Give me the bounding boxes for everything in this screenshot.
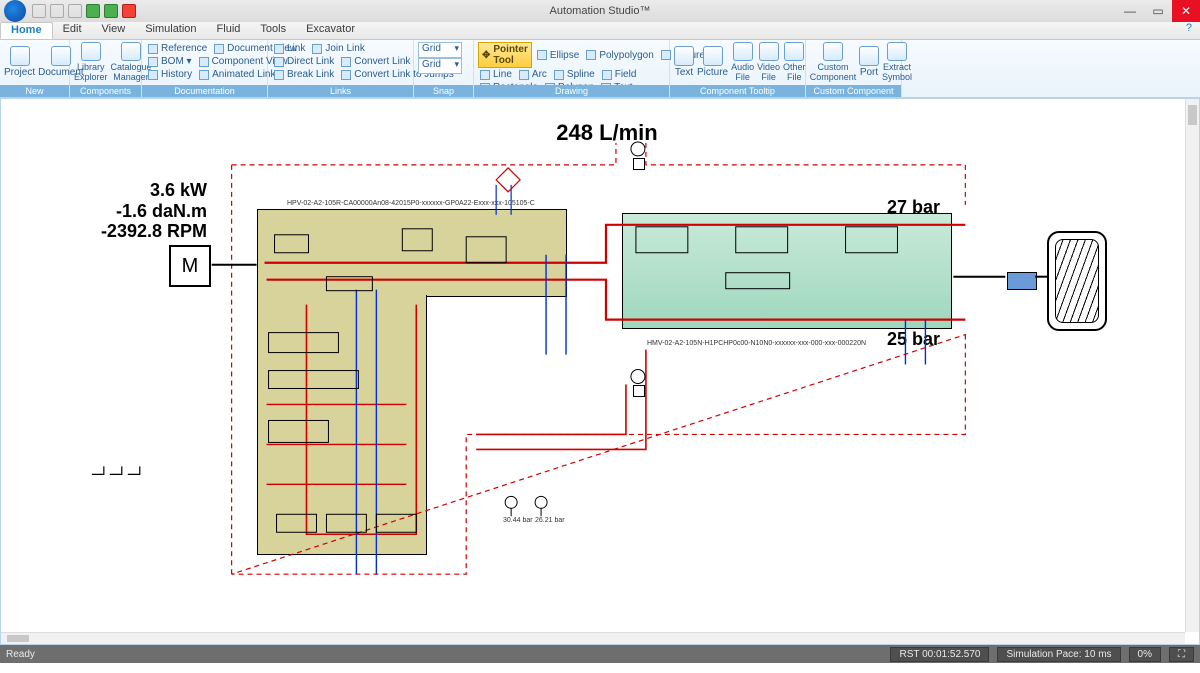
animlink-button[interactable]: Animated Link (197, 68, 277, 81)
app-icon (4, 0, 26, 22)
qat-redo-icon[interactable] (68, 4, 82, 18)
title-bar: Automation Studio™ — ▭ ✕ (0, 0, 1200, 22)
group-components: Library Explorer Catalogue Manager Compo… (70, 40, 142, 97)
cc-port[interactable]: Port (859, 42, 879, 82)
link-button[interactable]: Link (272, 42, 307, 55)
arc-button[interactable]: Arc (517, 68, 549, 81)
cc-custom[interactable]: Custom Component (810, 42, 856, 82)
horizontal-scrollbar[interactable] (1, 632, 1185, 644)
maximize-button[interactable]: ▭ (1144, 0, 1172, 22)
tt-picture[interactable]: Picture (697, 42, 728, 82)
status-rst: RST 00:01:52.570 (890, 647, 989, 662)
group-links: LinkJoin Link Direct LinkConvert Link Br… (268, 40, 414, 97)
quick-access-toolbar[interactable] (32, 4, 136, 18)
tab-home[interactable]: Home (0, 22, 53, 39)
group-custom: Custom Component Port Extract Symbol Cus… (806, 40, 902, 97)
spline-button[interactable]: Spline (552, 68, 597, 81)
close-button[interactable]: ✕ (1172, 0, 1200, 22)
group-new: Project Document New (0, 40, 70, 97)
tab-edit[interactable]: Edit (53, 22, 92, 39)
tab-tools[interactable]: Tools (250, 22, 296, 39)
tt-text[interactable]: Text (674, 42, 694, 82)
qat-stop-icon[interactable] (122, 4, 136, 18)
status-extra[interactable]: ⛶ (1169, 647, 1194, 662)
vertical-scrollbar[interactable] (1185, 99, 1199, 632)
qat-run-icon[interactable] (86, 4, 100, 18)
group-snap: Grid Grid Snap (414, 40, 474, 97)
help-icon[interactable]: ? (1178, 22, 1200, 39)
status-pace: Simulation Pace: 10 ms (997, 647, 1120, 662)
field-button[interactable]: Field (600, 68, 639, 81)
status-zoom[interactable]: 0% (1129, 647, 1161, 662)
polypoly-button[interactable]: Polypolygon (584, 49, 655, 62)
tt-audio[interactable]: Audio File (731, 42, 754, 82)
tt-video[interactable]: Video File (757, 42, 780, 82)
group-tooltip: Text Picture Audio File Video File Other… (670, 40, 806, 97)
tab-simulation[interactable]: Simulation (135, 22, 206, 39)
status-ready: Ready (6, 649, 35, 660)
qat-save-icon[interactable] (32, 4, 46, 18)
qat-undo-icon[interactable] (50, 4, 64, 18)
schematic-lines (7, 105, 1185, 632)
window-title: Automation Studio™ (550, 5, 651, 17)
qat-pause-icon[interactable] (104, 4, 118, 18)
pointer-tool-button[interactable]: ✥Pointer Tool (478, 42, 532, 68)
ellipse-button[interactable]: Ellipse (535, 49, 581, 62)
bom-button[interactable]: BOM ▾ (146, 55, 194, 68)
canvas[interactable]: 248 L/min 3.6 kW -1.6 daN.m -2392.8 RPM … (7, 105, 1185, 632)
snap-grid-2[interactable]: Grid (418, 58, 462, 74)
joinlink-button[interactable]: Join Link (310, 42, 366, 55)
pointer-icon: ✥ (482, 50, 490, 61)
directlink-button[interactable]: Direct Link (272, 55, 336, 68)
ribbon-tabs: Home Edit View Simulation Fluid Tools Ex… (0, 22, 1200, 40)
breaklink-button[interactable]: Break Link (272, 68, 336, 81)
tab-excavator[interactable]: Excavator (296, 22, 365, 39)
status-bar: Ready RST 00:01:52.570 Simulation Pace: … (0, 645, 1200, 663)
tt-other[interactable]: Other File (783, 42, 806, 82)
ribbon: Project Document New Library Explorer Ca… (0, 40, 1200, 98)
tab-view[interactable]: View (92, 22, 136, 39)
reference-button[interactable]: Reference (146, 42, 209, 55)
line-button[interactable]: Line (478, 68, 514, 81)
history-button[interactable]: History (146, 68, 194, 81)
cc-extract[interactable]: Extract Symbol (882, 42, 912, 82)
library-explorer-button[interactable]: Library Explorer (74, 42, 108, 82)
group-drawing: ✥Pointer Tool Ellipse Polypolygon Pictur… (474, 40, 670, 97)
snap-grid-1[interactable]: Grid (418, 42, 462, 58)
minimize-button[interactable]: — (1116, 0, 1144, 22)
hydraulic-diagram: 248 L/min 3.6 kW -1.6 daN.m -2392.8 RPM … (7, 105, 1185, 632)
new-project-button[interactable]: Project (4, 42, 35, 82)
workspace: 248 L/min 3.6 kW -1.6 daN.m -2392.8 RPM … (0, 98, 1200, 645)
group-documentation: ReferenceDocument View BOM ▾Component Vi… (142, 40, 268, 97)
convertlink-button[interactable]: Convert Link (339, 55, 412, 68)
tab-fluid[interactable]: Fluid (207, 22, 251, 39)
